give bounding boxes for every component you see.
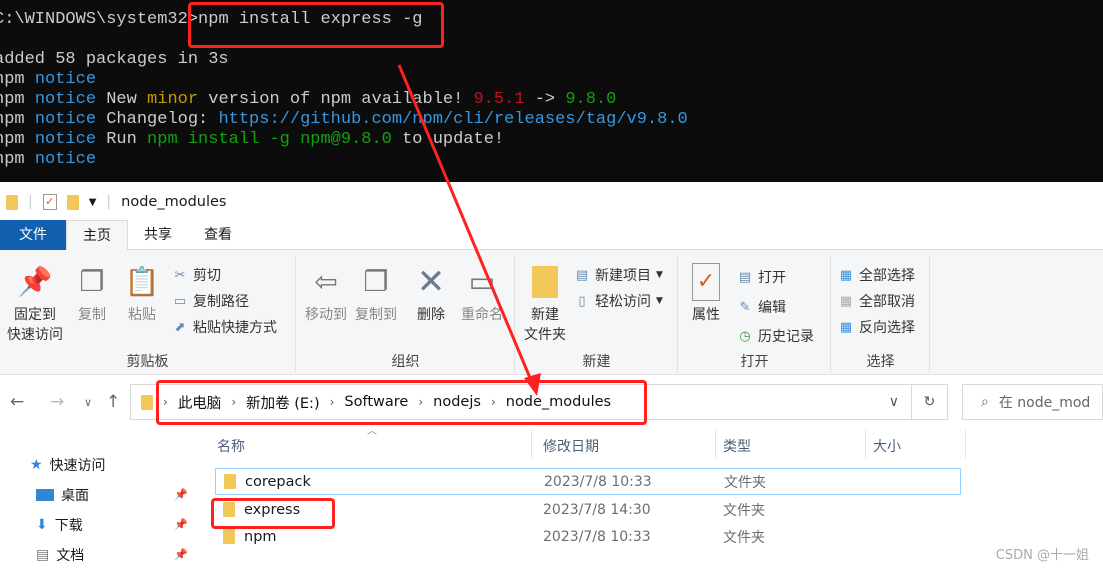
watermark: CSDN @十一姐: [995, 548, 1089, 563]
annotation-arrow: [397, 64, 541, 396]
